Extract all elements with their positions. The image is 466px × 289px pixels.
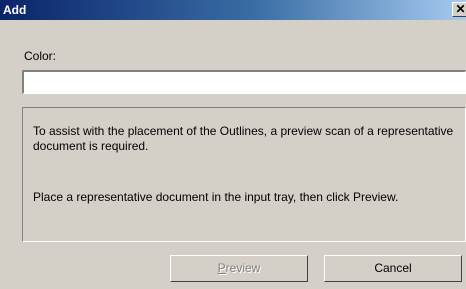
close-button[interactable]: ✕ <box>452 2 466 17</box>
instruction-text-1: To assist with the placement of the Outl… <box>33 124 454 153</box>
window-title: Add <box>3 3 27 17</box>
close-icon: ✕ <box>455 2 466 16</box>
cancel-button[interactable]: Cancel <box>324 255 462 282</box>
color-input[interactable] <box>22 70 466 94</box>
preview-button[interactable]: Preview <box>170 255 308 282</box>
add-dialog: Add ✕ Color: To assist with the placemen… <box>0 0 466 289</box>
instruction-text-2: Place a representative document in the i… <box>33 190 399 204</box>
preview-button-label: Preview <box>217 261 261 275</box>
title-bar[interactable]: Add ✕ <box>0 0 466 20</box>
instructions-panel: To assist with the placement of the Outl… <box>22 107 466 242</box>
color-label: Color: <box>24 49 57 63</box>
cancel-button-label: Cancel <box>374 261 412 275</box>
